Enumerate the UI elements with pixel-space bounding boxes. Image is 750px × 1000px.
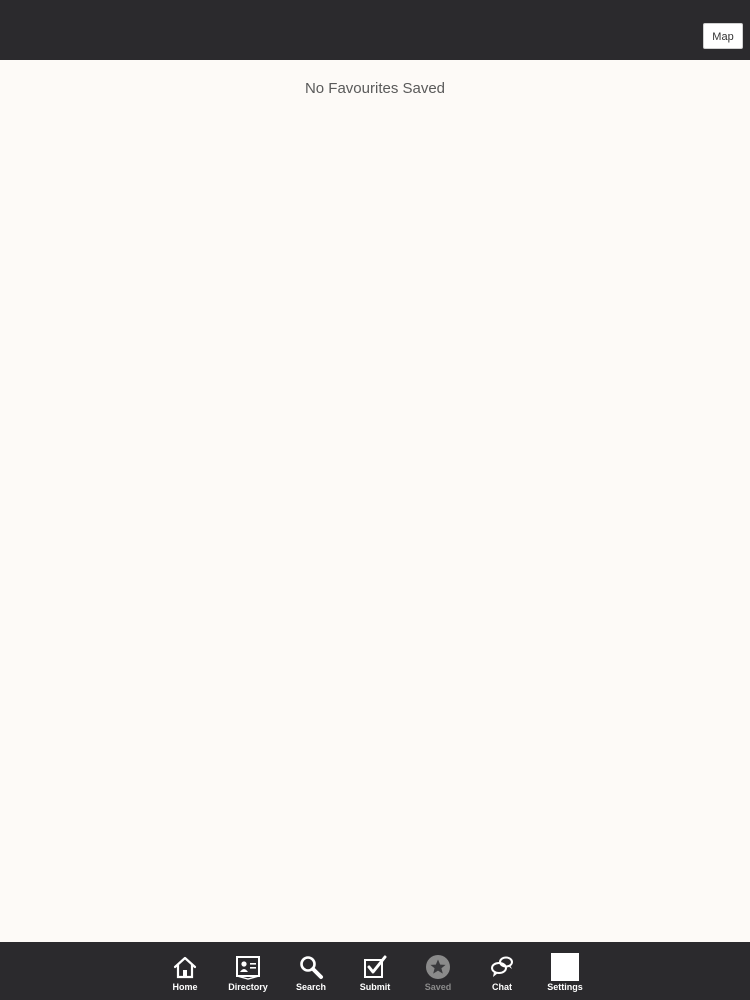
home-icon — [171, 953, 199, 981]
map-button[interactable]: Map — [703, 23, 743, 49]
tab-saved[interactable]: Saved — [406, 942, 470, 1000]
tab-chat-label: Chat — [492, 982, 512, 992]
tab-submit-label: Submit — [359, 982, 391, 992]
tab-saved-label: Saved — [424, 982, 452, 992]
top-bar: Map — [0, 0, 750, 60]
tab-settings-label: Settings — [547, 982, 583, 992]
tab-directory[interactable]: Directory — [216, 942, 280, 1000]
tab-submit[interactable]: Submit — [343, 942, 407, 1000]
star-icon — [424, 953, 452, 981]
settings-icon — [551, 953, 579, 981]
chat-bubbles-icon — [488, 953, 516, 981]
directory-card-icon — [234, 953, 262, 981]
tab-settings[interactable]: Settings — [533, 942, 597, 1000]
tab-search-label: Search — [295, 982, 327, 992]
tab-search[interactable]: Search — [279, 942, 343, 1000]
tab-bar: Home Directory Search Submit Saved Chat … — [0, 942, 750, 1000]
tab-home-label: Home — [172, 982, 198, 992]
tab-directory-label: Directory — [228, 982, 268, 992]
checkbox-icon — [361, 953, 389, 981]
favourites-content: No Favourites Saved — [0, 60, 750, 942]
tab-home[interactable]: Home — [153, 942, 217, 1000]
empty-state-message: No Favourites Saved — [304, 80, 446, 97]
tab-chat[interactable]: Chat — [470, 942, 534, 1000]
search-icon — [297, 953, 325, 981]
